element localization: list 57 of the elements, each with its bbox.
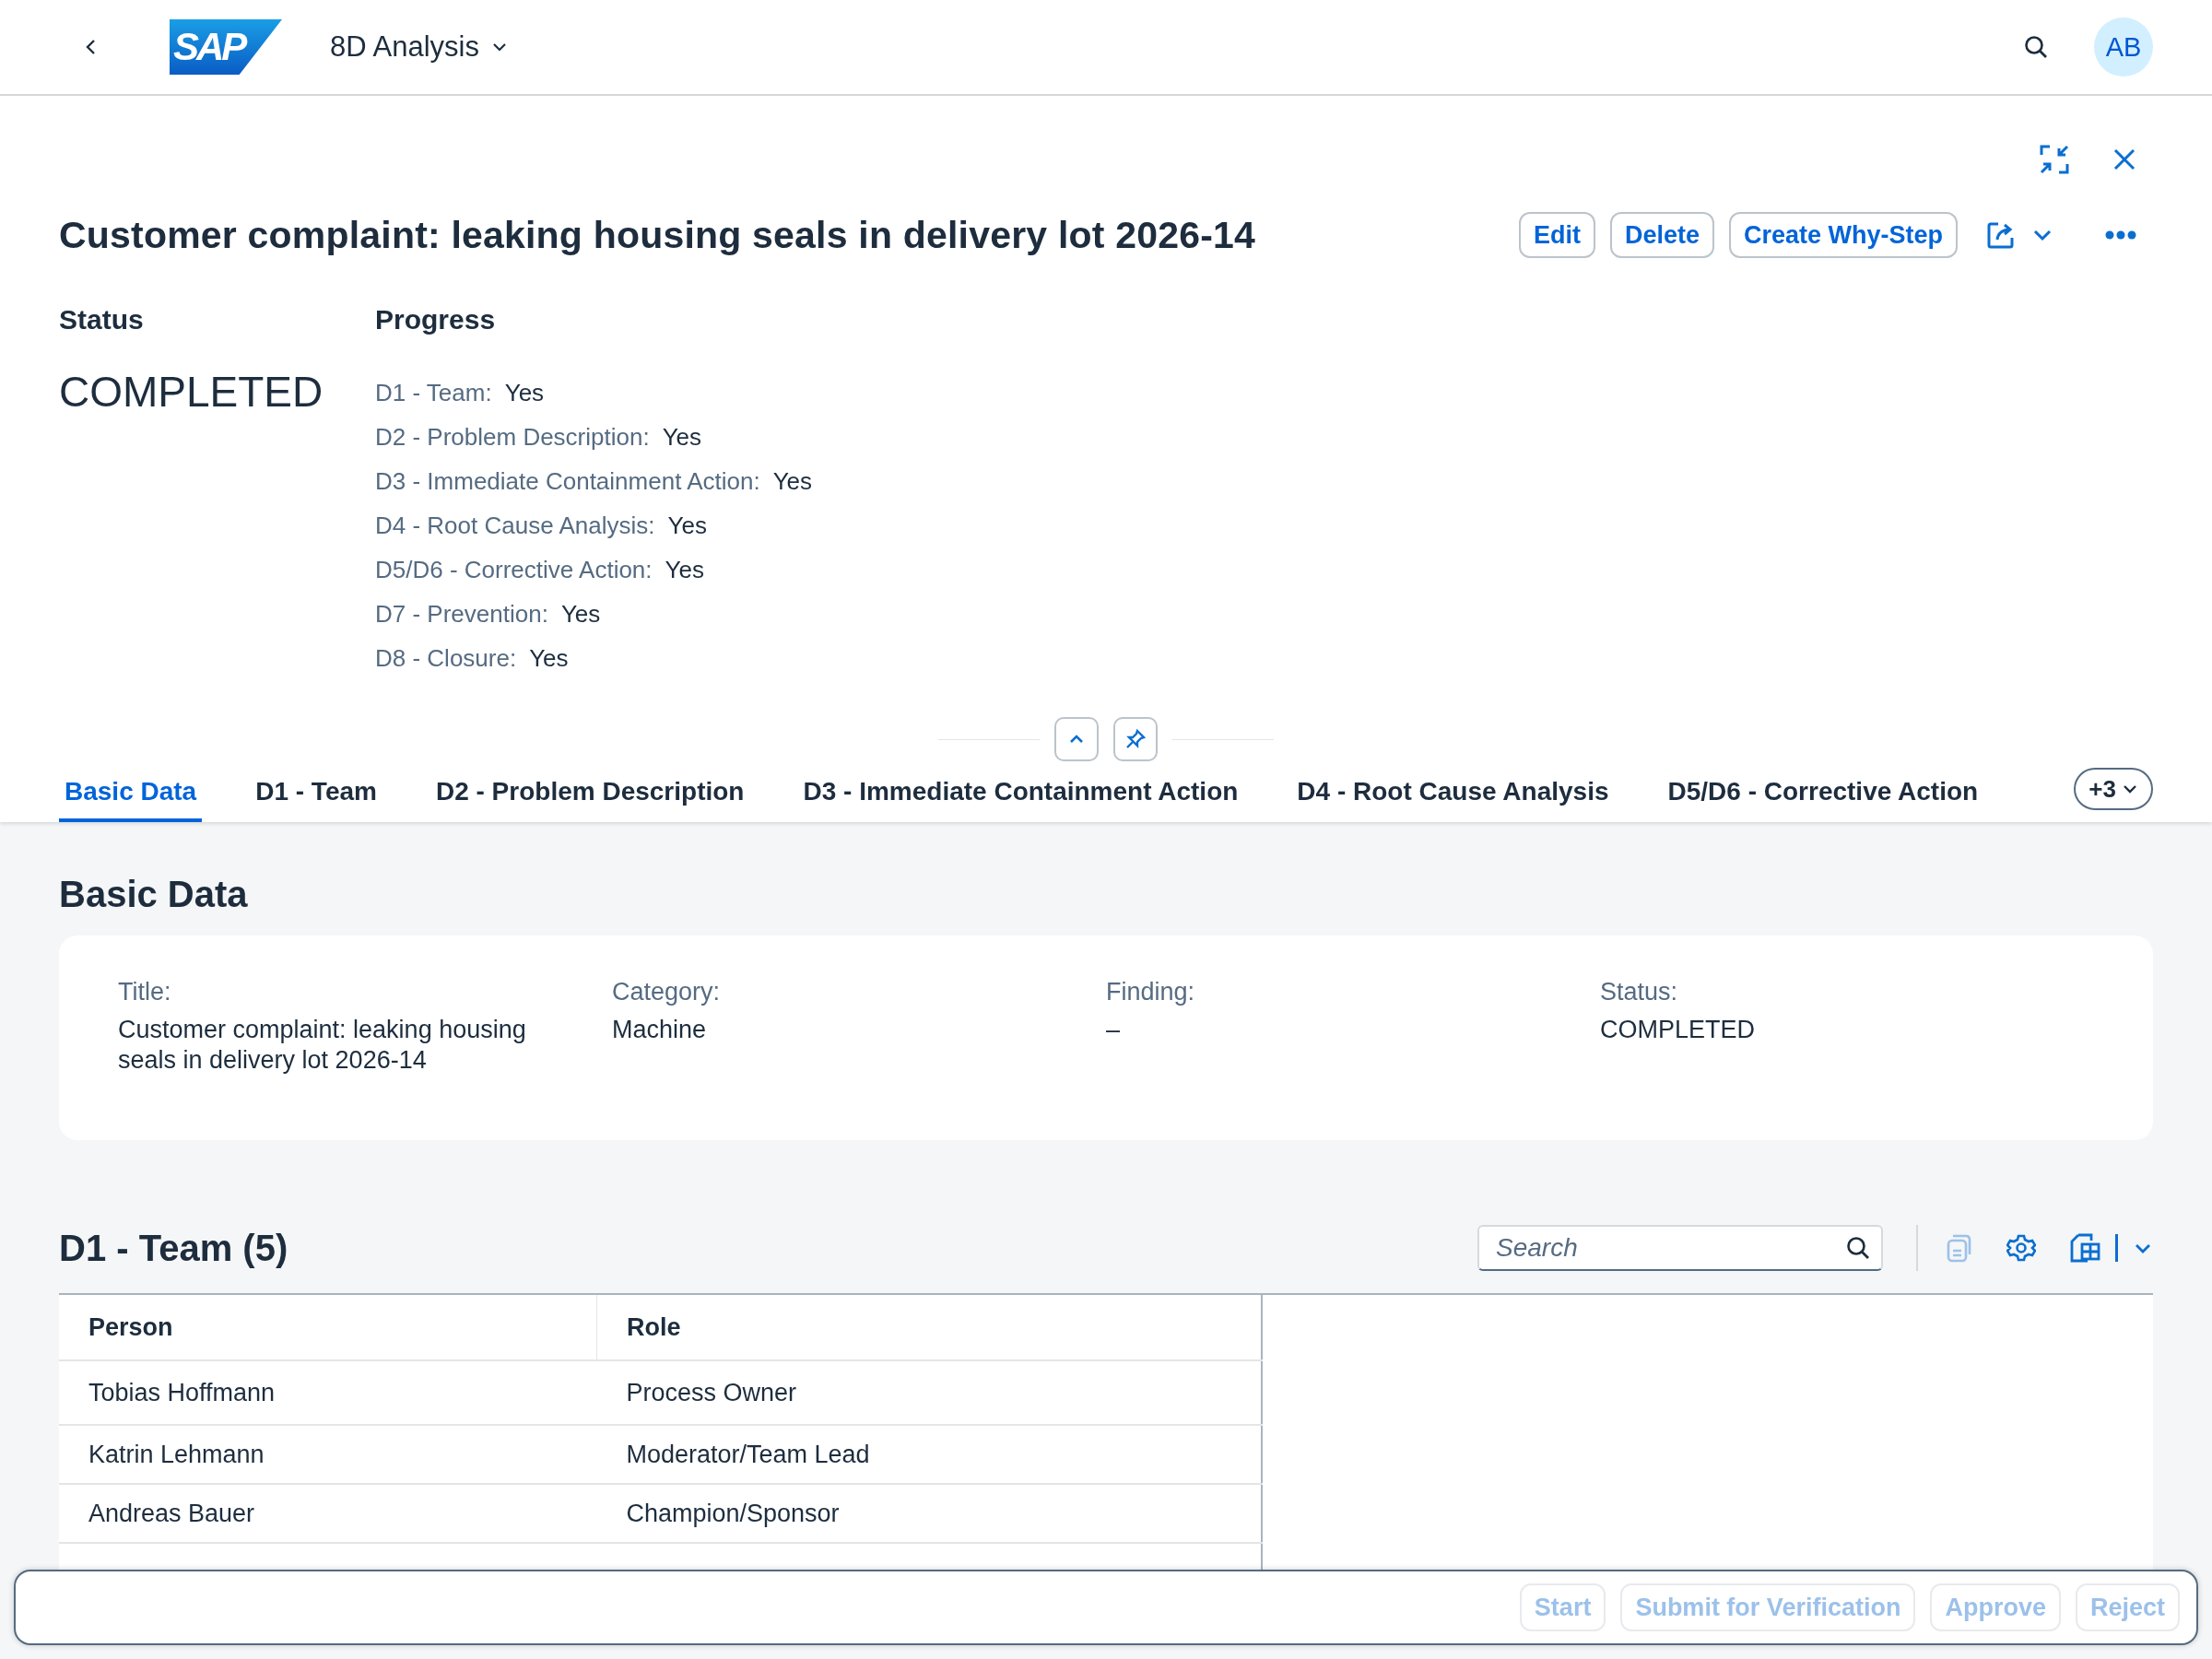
action-button[interactable]: Delete [1609, 212, 1714, 258]
user-avatar[interactable]: AB [2094, 18, 2153, 76]
section-heading: D1 - Team (5) [59, 1227, 288, 1269]
field-value: – [1106, 1015, 1122, 1045]
search-field[interactable]: Search [1477, 1225, 1883, 1271]
section-tab[interactable]: D5/D6 - Corrective Action [1662, 761, 1984, 822]
progress-item-label: D7 - Prevention: [375, 599, 548, 629]
progress-item-value: Yes [667, 511, 707, 540]
action-button[interactable]: Edit [1518, 212, 1595, 258]
status-value: COMPLETED [59, 367, 324, 417]
field-label: Status: [1600, 978, 1679, 1007]
field-value: COMPLETED [1600, 1015, 1757, 1045]
field-label: Finding: [1106, 978, 1196, 1007]
progress-item-value: Yes [529, 643, 569, 673]
more-icon[interactable] [2105, 230, 2136, 240]
progress-item-label: D2 - Problem Description: [375, 422, 650, 452]
field-value: Customer complaint: leaking housing seals in delivery lot 2026-14 [118, 1015, 527, 1076]
page-title: Customer complaint: leaking housing seals in delivery lot 2026-14 [59, 213, 1257, 257]
progress-item-label: D4 - Root Cause Analysis: [375, 511, 655, 540]
section-tab[interactable]: D2 - Problem Description [429, 761, 750, 822]
pin-header-button[interactable] [1113, 717, 1158, 761]
app-title-menu[interactable]: 8D Analysis [330, 30, 509, 64]
section-tab[interactable]: D1 - Team [250, 761, 382, 822]
spreadsheet-export-icon[interactable] [2069, 1233, 2100, 1263]
table-cell: Process Owner [596, 1360, 1262, 1425]
table-cell: Moderator/Team Lead [596, 1425, 1262, 1484]
status-label: Status [59, 304, 145, 336]
section-tab[interactable]: D4 - Root Cause Analysis [1291, 761, 1615, 822]
section-tab[interactable]: Basic Data [59, 761, 203, 822]
more-tabs-button[interactable]: +3 [2074, 768, 2153, 810]
column-header[interactable]: Role [596, 1295, 1262, 1360]
section-heading: Basic Data [59, 874, 249, 915]
table-cell: Katrin Lehmann [59, 1425, 597, 1484]
exit-fullscreen-icon[interactable] [2039, 144, 2070, 175]
field-value: Machine [612, 1015, 708, 1045]
progress-item-label: D1 - Team: [375, 378, 492, 407]
progress-item-value: Yes [772, 466, 813, 496]
progress-item-label: D8 - Closure: [375, 643, 517, 673]
progress-item-value: Yes [662, 422, 702, 452]
progress-item-value: Yes [665, 555, 704, 584]
action-button[interactable]: Create Why-Step [1728, 212, 1958, 258]
settings-icon[interactable] [2006, 1233, 2036, 1263]
section-tab[interactable]: D3 - Immediate Containment Action [797, 761, 1244, 822]
field-label: Title: [118, 978, 172, 1007]
table-cell: Andreas Bauer [59, 1484, 597, 1543]
progress-item-label: D5/D6 - Corrective Action: [375, 555, 653, 584]
sap-logo[interactable]: SAP [170, 19, 282, 75]
field-label: Category: [612, 978, 722, 1007]
progress-item-value: Yes [560, 599, 601, 629]
table-cell: Tobias Hoffmann [59, 1360, 597, 1425]
progress-item-value: Yes [504, 378, 545, 407]
close-icon[interactable] [2112, 147, 2136, 171]
progress-label: Progress [375, 304, 497, 336]
table-cell: Champion/Sponsor [596, 1484, 1262, 1543]
progress-item-label: D3 - Immediate Containment Action: [375, 466, 760, 496]
pin-icon [1124, 728, 1147, 750]
column-header[interactable]: Person [59, 1295, 597, 1360]
